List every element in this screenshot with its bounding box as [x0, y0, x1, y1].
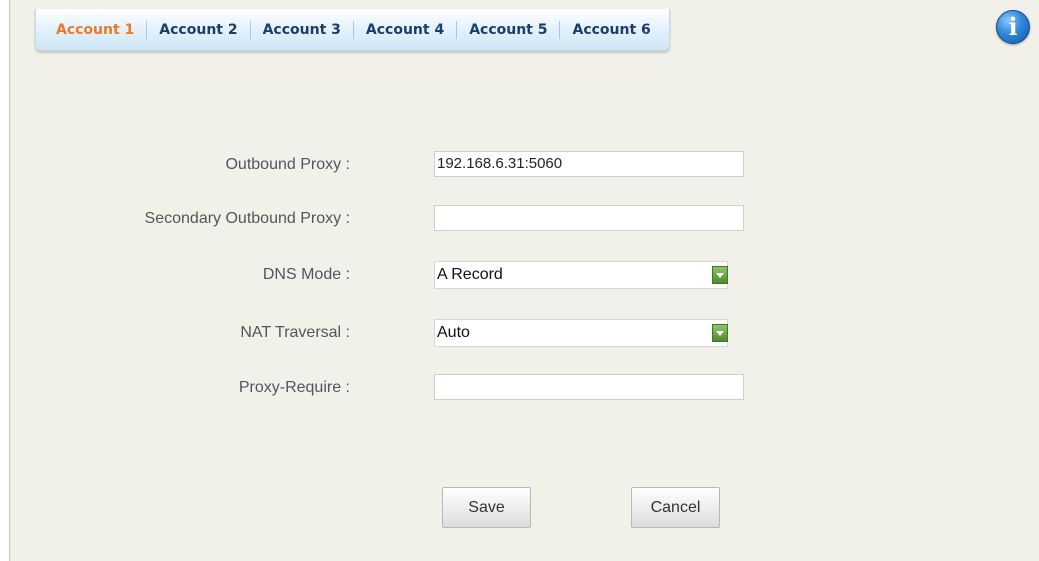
- proxy-require-row: Proxy-Require :: [10, 374, 1039, 402]
- settings-panel: Account 1 Account 2 Account 3 Account 4 …: [9, 0, 1039, 561]
- nat-traversal-label: NAT Traversal :: [240, 324, 350, 341]
- nat-traversal-row: NAT Traversal : Auto: [10, 319, 1039, 347]
- outbound-proxy-label: Outbound Proxy :: [225, 156, 350, 173]
- cancel-button[interactable]: Cancel: [631, 487, 720, 528]
- info-icon[interactable]: i: [996, 10, 1030, 44]
- dns-mode-row: DNS Mode : A Record: [10, 261, 1039, 289]
- dns-mode-label: DNS Mode :: [262, 266, 350, 283]
- dropdown-arrow-icon[interactable]: [712, 266, 728, 284]
- nat-traversal-select[interactable]: Auto: [434, 319, 728, 347]
- tab-account-5[interactable]: Account 5: [456, 20, 559, 39]
- secondary-outbound-proxy-label: Secondary Outbound Proxy :: [144, 210, 350, 227]
- tab-account-4[interactable]: Account 4: [352, 20, 456, 39]
- dropdown-arrow-icon[interactable]: [712, 324, 728, 342]
- proxy-require-input[interactable]: [434, 374, 744, 400]
- secondary-outbound-proxy-row: Secondary Outbound Proxy :: [10, 205, 1039, 233]
- secondary-outbound-proxy-input[interactable]: [434, 205, 744, 231]
- outbound-proxy-row: Outbound Proxy : 192.168.6.31:5060: [10, 151, 1039, 179]
- tab-account-2[interactable]: Account 2: [146, 20, 249, 39]
- save-button[interactable]: Save: [442, 487, 531, 528]
- account-tab-bar: Account 1 Account 2 Account 3 Account 4 …: [35, 9, 670, 51]
- tab-account-6[interactable]: Account 6: [559, 20, 662, 39]
- dns-mode-selected-value: A Record: [437, 266, 503, 283]
- tab-account-3[interactable]: Account 3: [249, 20, 353, 39]
- outbound-proxy-input[interactable]: 192.168.6.31:5060: [434, 151, 744, 177]
- nat-traversal-selected-value: Auto: [437, 324, 470, 341]
- tab-account-1[interactable]: Account 1: [42, 21, 146, 39]
- dns-mode-select[interactable]: A Record: [434, 261, 728, 289]
- proxy-require-label: Proxy-Require :: [238, 379, 350, 396]
